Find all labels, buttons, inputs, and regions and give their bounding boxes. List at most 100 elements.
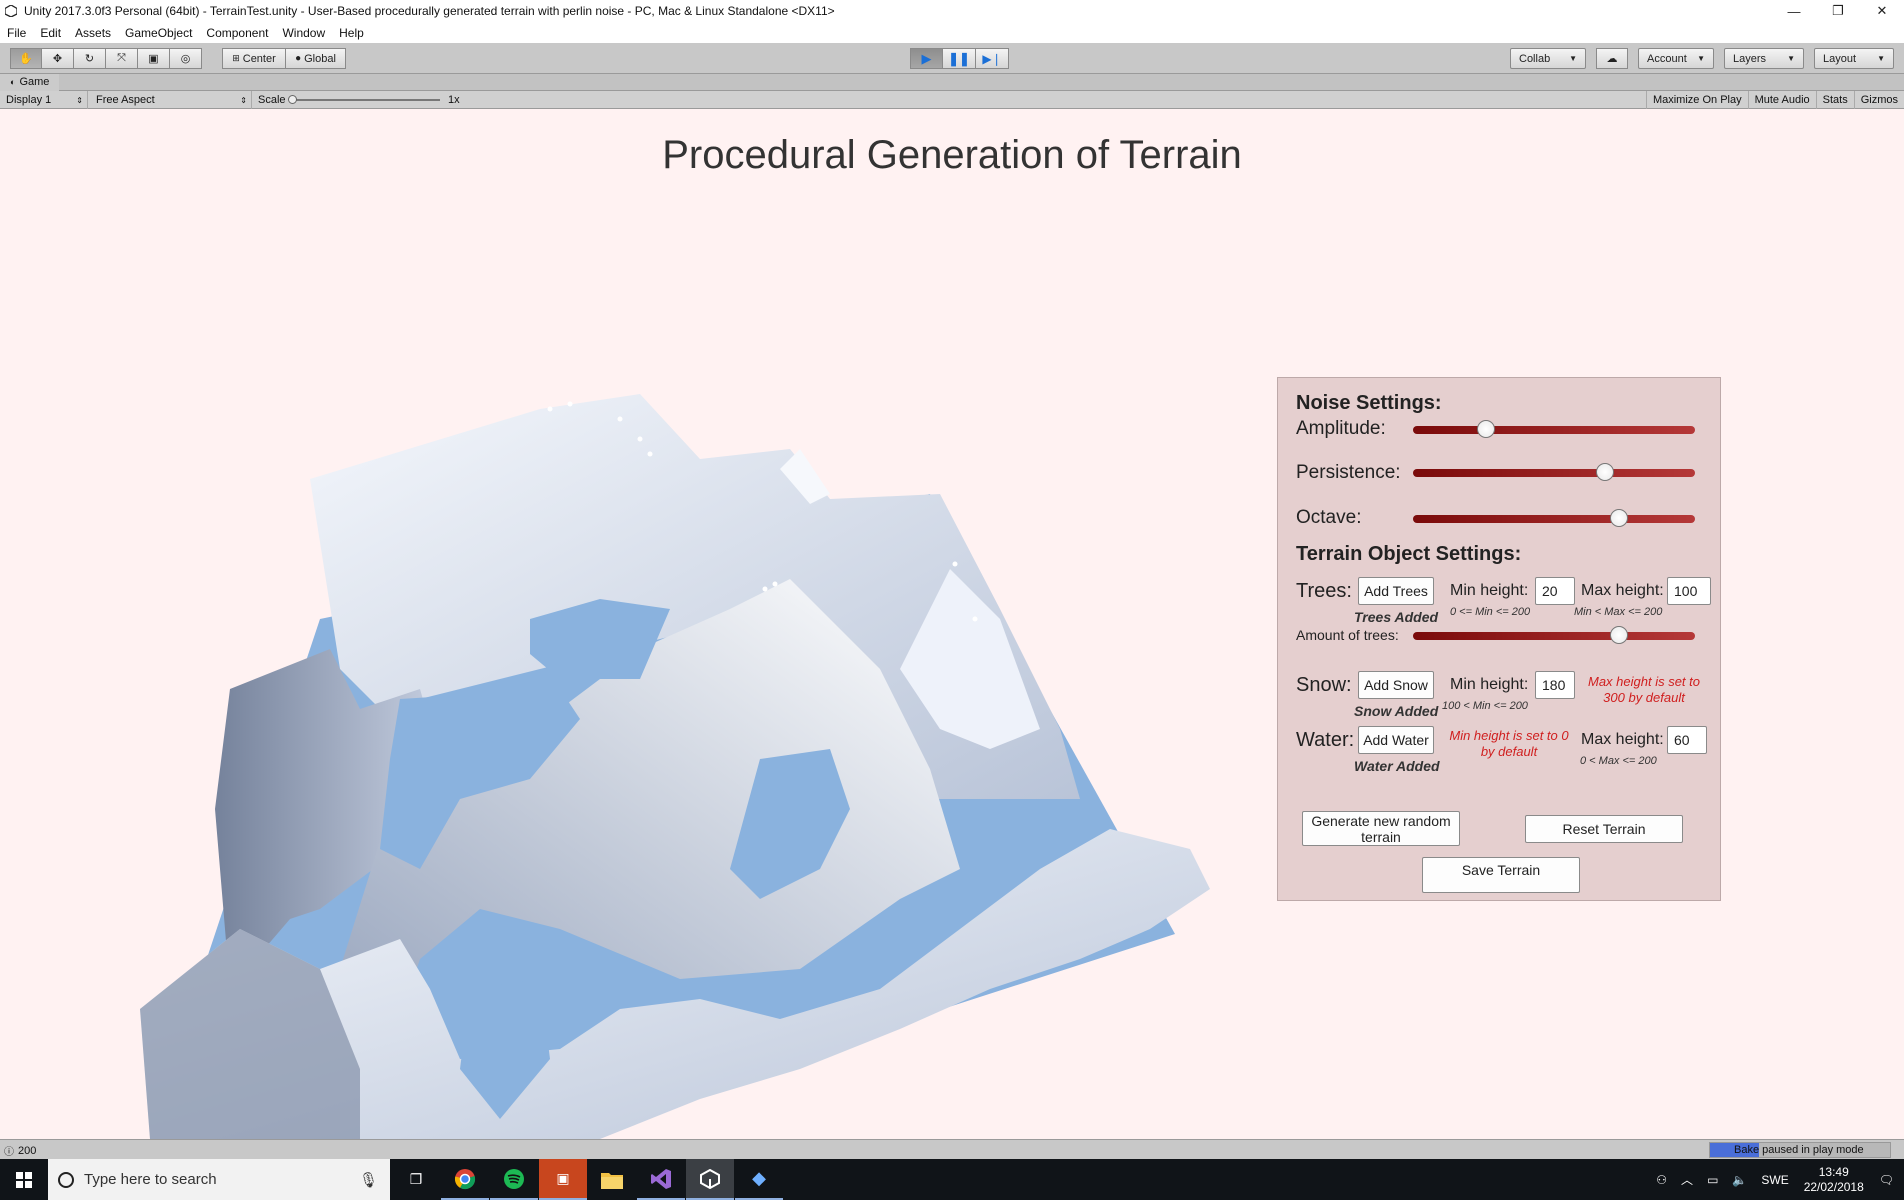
task-view-button[interactable]: ❐ (392, 1159, 440, 1200)
trees-max-height-input[interactable]: 100 (1667, 577, 1711, 605)
account-dropdown[interactable]: Account ▼ (1638, 48, 1714, 69)
water-min-note: Min height is set to 0 by default (1449, 728, 1569, 759)
cloud-button[interactable]: ☁ (1596, 48, 1628, 69)
amplitude-label: Amplitude: (1296, 418, 1386, 439)
map-pin-icon: ◆ (752, 1168, 766, 1188)
transform-tool-icon[interactable]: ◎ (170, 48, 202, 69)
hand-tool-icon[interactable]: ✋ (10, 48, 42, 69)
mute-audio-toggle[interactable]: Mute Audio (1747, 91, 1816, 109)
collab-dropdown[interactable]: Collab ▼ (1510, 48, 1586, 69)
pivot-center-icon: ⊞ (232, 53, 240, 63)
tree-marker (567, 401, 573, 407)
scale-slider-thumb[interactable] (288, 95, 297, 104)
save-terrain-button[interactable]: Save Terrain (1422, 857, 1580, 893)
file-explorer-taskbar-button[interactable] (588, 1159, 636, 1200)
maximize-on-play-toggle[interactable]: Maximize On Play (1645, 91, 1748, 109)
tab-game[interactable]: ◐ Game (0, 73, 60, 91)
snow-min-hint: 100 < Min <= 200 (1442, 700, 1528, 712)
trees-added-status: Trees Added (1354, 609, 1439, 625)
amount-of-trees-label: Amount of trees: (1296, 627, 1399, 643)
visual-studio-icon (651, 1168, 671, 1189)
water-added-status: Water Added (1354, 758, 1440, 774)
people-icon[interactable]: ⚇ (1649, 1173, 1674, 1187)
menu-edit[interactable]: Edit (33, 26, 68, 40)
octave-slider[interactable] (1413, 509, 1695, 527)
clock[interactable]: 13:49 22/02/2018 (1796, 1165, 1872, 1195)
add-water-button[interactable]: Add Water (1358, 726, 1434, 754)
amplitude-slider-thumb[interactable] (1477, 420, 1496, 438)
transform-tools: ✋ ✥ ↻ ⤧ ▣ ◎ (10, 48, 202, 69)
amount-of-trees-slider-thumb[interactable] (1609, 626, 1628, 644)
pivot-center-button[interactable]: ⊞ Center (222, 48, 286, 69)
water-max-hint: 0 < Max <= 200 (1580, 755, 1657, 767)
amount-of-trees-slider[interactable] (1413, 626, 1695, 644)
gizmos-dropdown[interactable]: Gizmos (1853, 91, 1904, 109)
step-icon: ▶❘ (982, 51, 1002, 66)
amplitude-slider[interactable] (1413, 420, 1695, 438)
generate-terrain-button[interactable]: Generate new random terrain (1302, 811, 1460, 846)
display-dropdown[interactable]: Display 1 ⇕ (0, 91, 88, 109)
visual-studio-taskbar-button[interactable] (637, 1159, 685, 1200)
close-button[interactable]: ✕ (1860, 0, 1904, 22)
spotify-icon (504, 1168, 524, 1189)
app-taskbar-button[interactable]: ▣ (539, 1159, 587, 1200)
persistence-slider[interactable] (1413, 463, 1695, 481)
menu-help[interactable]: Help (332, 26, 371, 40)
spotify-taskbar-button[interactable] (490, 1159, 538, 1200)
water-label: Water: (1296, 729, 1355, 751)
game-tab-icon: ◐ (10, 77, 16, 87)
pivot-global-button[interactable]: ● Global (286, 48, 346, 69)
volume-icon[interactable]: 🔈 (1725, 1173, 1754, 1187)
add-trees-button[interactable]: Add Trees (1358, 577, 1434, 605)
move-tool-icon[interactable]: ✥ (42, 48, 74, 69)
octave-slider-thumb[interactable] (1609, 509, 1628, 527)
cloud-icon: ☁ (1606, 53, 1618, 65)
microphone-icon[interactable]: 🎙 (359, 1171, 378, 1189)
persistence-slider-thumb[interactable] (1595, 463, 1614, 481)
menu-component[interactable]: Component (199, 26, 275, 40)
pause-button[interactable]: ❚❚ (943, 48, 976, 69)
menu-gameobject[interactable]: GameObject (118, 26, 199, 40)
globe-icon: ● (295, 53, 302, 64)
scale-tool-icon[interactable]: ⤧ (106, 48, 138, 69)
taskbar-search[interactable]: Type here to search 🎙 (48, 1159, 390, 1200)
layers-dropdown[interactable]: Layers ▼ (1724, 48, 1804, 69)
menu-bar: File Edit Assets GameObject Component Wi… (0, 22, 1904, 43)
status-count-value: 200 (18, 1144, 37, 1157)
rotate-tool-icon[interactable]: ↻ (74, 48, 106, 69)
reset-terrain-button[interactable]: Reset Terrain (1525, 815, 1683, 843)
layout-dropdown[interactable]: Layout ▼ (1814, 48, 1894, 69)
menu-assets[interactable]: Assets (68, 26, 118, 40)
scale-slider[interactable] (288, 95, 440, 104)
chrome-taskbar-button[interactable] (441, 1159, 489, 1200)
add-snow-button[interactable]: Add Snow (1358, 671, 1434, 699)
snow-min-height-input[interactable]: 180 (1535, 671, 1575, 699)
network-icon[interactable]: ▭ (1700, 1173, 1725, 1187)
input-language[interactable]: SWE (1754, 1173, 1795, 1187)
menu-window[interactable]: Window (275, 26, 332, 40)
game-tab-label: Game (19, 76, 50, 88)
game-view: Procedural Generation of Terrain Noise S… (0, 109, 1904, 1139)
play-button[interactable]: ▶ (910, 48, 943, 69)
step-button[interactable]: ▶❘ (976, 48, 1009, 69)
rect-tool-icon[interactable]: ▣ (138, 48, 170, 69)
menu-file[interactable]: File (0, 26, 33, 40)
persistence-label: Persistence: (1296, 462, 1401, 483)
stats-toggle[interactable]: Stats (1815, 91, 1854, 109)
snow-added-status: Snow Added (1354, 703, 1439, 719)
water-max-height-input[interactable]: 60 (1667, 726, 1707, 754)
notifications-icon[interactable]: 🗨 (1872, 1173, 1904, 1187)
minimize-button[interactable]: — (1772, 0, 1816, 22)
play-controls: ▶ ❚❚ ▶❘ (910, 48, 1009, 69)
tree-marker (762, 586, 768, 592)
maps-taskbar-button[interactable]: ◆ (735, 1159, 783, 1200)
game-view-options: Maximize On Play Mute Audio Stats Gizmos (1645, 91, 1904, 109)
system-tray: ⚇ ︿ ▭ 🔈 SWE 13:49 22/02/2018 🗨 (1649, 1159, 1904, 1200)
trees-min-height-input[interactable]: 20 (1535, 577, 1575, 605)
restore-button[interactable]: ❐ (1816, 0, 1860, 22)
unity-taskbar-button[interactable] (686, 1159, 734, 1200)
show-hidden-icons-icon[interactable]: ︿ (1674, 1171, 1700, 1188)
start-button[interactable] (0, 1159, 48, 1200)
pivot-global-label: Global (304, 52, 336, 65)
aspect-dropdown[interactable]: Free Aspect ⇕ (90, 91, 252, 109)
